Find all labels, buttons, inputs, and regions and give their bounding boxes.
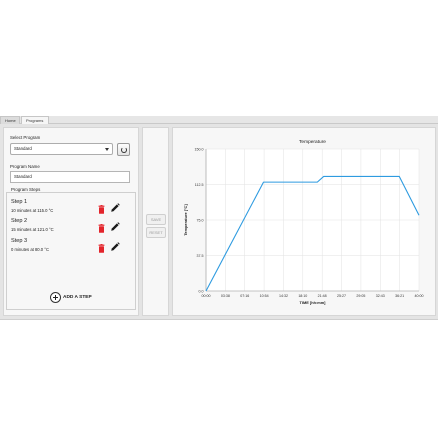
temperature-chart: 00:00 03:38 07:16 10:54 14:32 18:10 21:48 25:27…: [183, 139, 424, 305]
x-tick-label: 32:43: [376, 294, 385, 298]
pencil-icon[interactable]: [110, 200, 120, 212]
pencil-icon[interactable]: [110, 239, 120, 251]
x-tick-label: 29:05: [356, 294, 365, 298]
x-tick-label: 00:00: [202, 294, 211, 298]
y-tick-label: 150.0: [195, 147, 204, 151]
chevron-down-icon: [105, 148, 109, 151]
y-tick-label: 75.0: [197, 218, 204, 222]
add-step-label: ADD A STEP: [63, 295, 92, 300]
trash-icon[interactable]: [97, 220, 106, 233]
y-tick-label: 0.0: [199, 289, 204, 293]
step-description: 0 minutes at 80.0 °C: [11, 247, 49, 252]
step-title: Step 2: [11, 218, 28, 224]
select-program-label: Select Program: [10, 135, 41, 140]
x-tick-label: 14:32: [279, 294, 288, 298]
trash-icon[interactable]: [97, 201, 106, 214]
x-tick-label: 36:21: [395, 294, 404, 298]
trash-icon[interactable]: [97, 240, 106, 253]
refresh-button[interactable]: [117, 143, 130, 156]
program-name-field[interactable]: Standard: [10, 171, 130, 183]
reset-button[interactable]: RESET: [146, 227, 166, 238]
save-button[interactable]: SAVE: [146, 214, 166, 225]
y-tick-label: 37.5: [197, 254, 204, 258]
pencil-icon[interactable]: [110, 219, 120, 231]
x-tick-label: 40:00: [415, 294, 424, 298]
refresh-icon: [121, 147, 127, 153]
y-axis-label: Temperature [°C]: [183, 204, 188, 236]
tab-bar: [0, 116, 438, 124]
program-select[interactable]: Standard: [10, 143, 113, 155]
x-tick-label: 18:10: [298, 294, 307, 298]
program-name-label: Program Name: [10, 164, 40, 169]
y-tick-label: 112.5: [195, 183, 204, 187]
x-tick-label: 25:27: [337, 294, 346, 298]
x-tick-label: 07:16: [240, 294, 249, 298]
chart-title: Temperature: [299, 139, 326, 145]
x-tick-label: 21:48: [318, 294, 327, 298]
step-title: Step 3: [11, 238, 28, 244]
x-tick-label: 03:38: [221, 294, 230, 298]
program-steps-label: Program Steps: [10, 187, 42, 192]
step-description: 10 minutes at 115.0 °C: [11, 208, 54, 213]
x-tick-label: 10:54: [260, 294, 269, 298]
step-description: 15 minutes at 121.0 °C: [11, 227, 54, 232]
step-title: Step 1: [11, 199, 28, 205]
x-axis-label: TIME [hh:mm]: [300, 300, 327, 305]
plus-icon: [50, 292, 61, 303]
program-select-value: Standard: [14, 146, 32, 151]
